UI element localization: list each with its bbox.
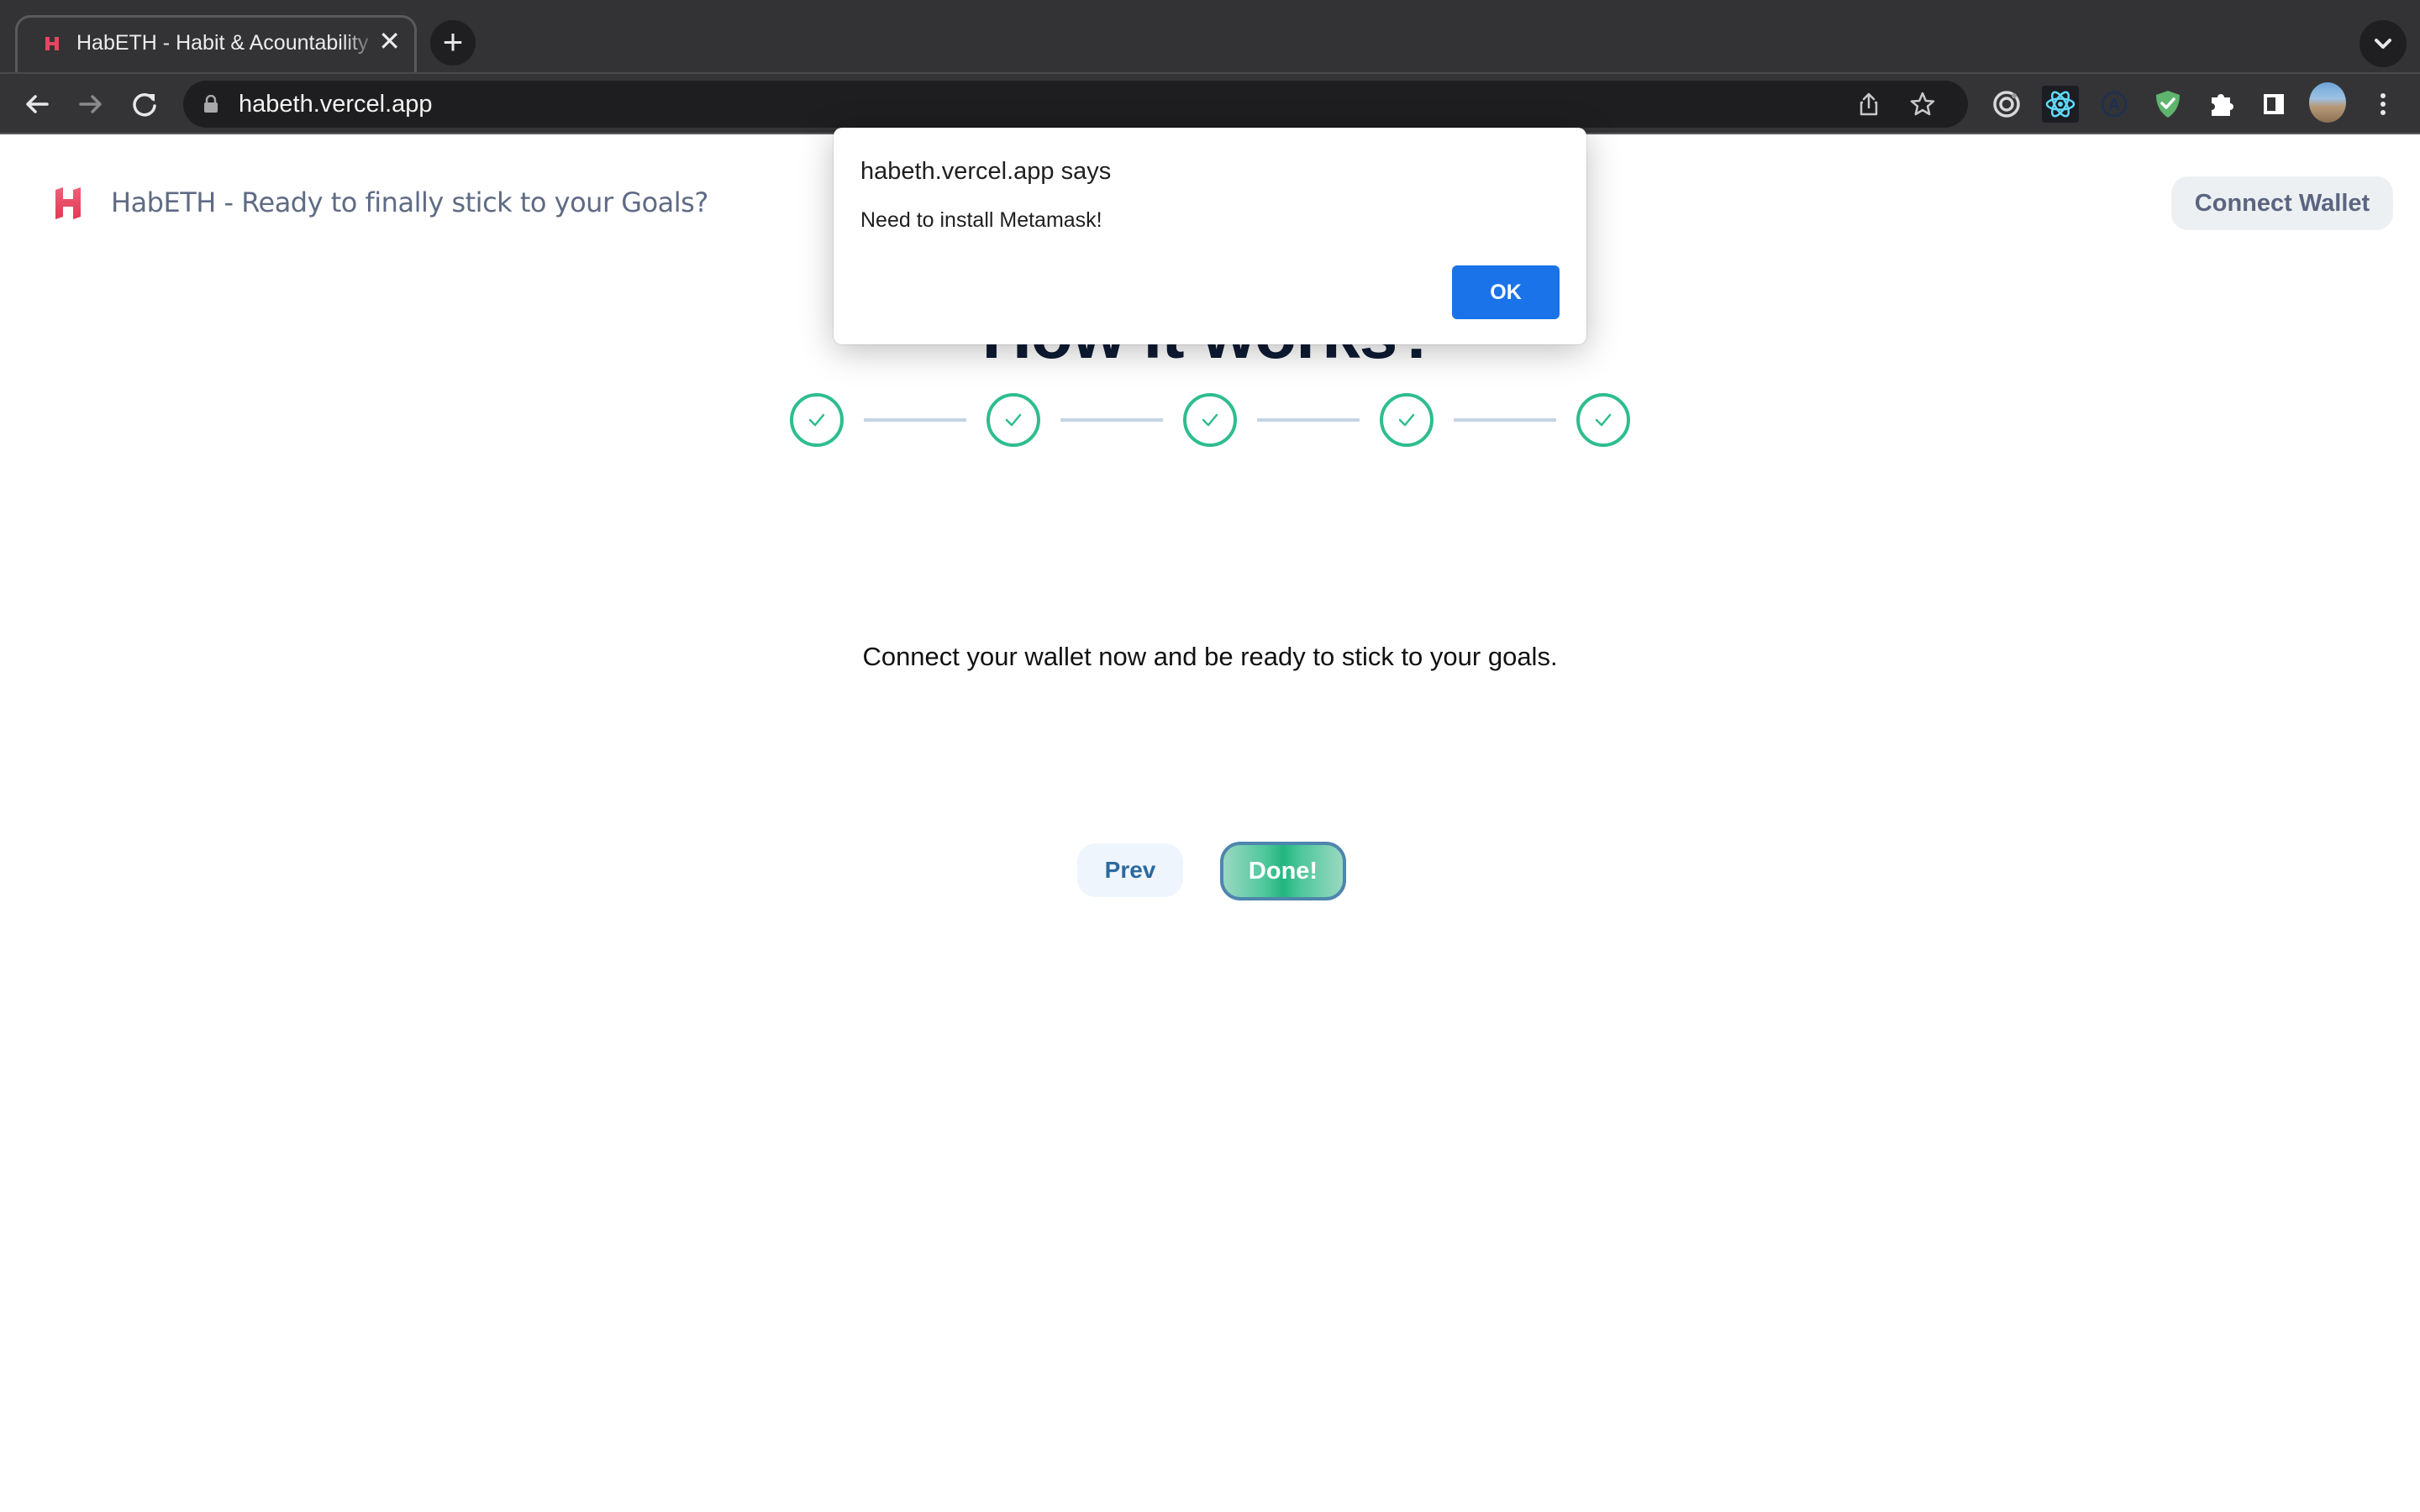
tab-search-button[interactable] (2360, 20, 2407, 67)
bookmark-star-icon[interactable] (1909, 91, 1936, 118)
plus-icon: + (442, 22, 464, 61)
tab-strip: HabETH - Habit & Acountability ✕ + (0, 0, 2420, 72)
tab-title: HabETH - Habit & Acountability (76, 31, 369, 55)
step-connector (1454, 418, 1556, 422)
brand-title: HabETH - Ready to finally stick to your … (111, 186, 708, 218)
dialog-title: habeth.vercel.app says (860, 158, 1112, 185)
step-4-complete[interactable] (1380, 393, 1434, 447)
dialog-message: Need to install Metamask! (860, 208, 1102, 232)
url-text[interactable]: habeth.vercel.app (239, 91, 433, 118)
chevron-down-icon (2375, 39, 2391, 49)
habeth-favicon-icon (45, 37, 59, 50)
react-devtools-extension[interactable] (2042, 86, 2079, 123)
browser-toolbar: habeth.vercel.app A (0, 72, 2420, 134)
alert-dialog: habeth.vercel.app says Need to install M… (834, 128, 1586, 344)
step-2-complete[interactable] (986, 393, 1040, 447)
reload-icon[interactable] (126, 86, 163, 123)
check-icon (1005, 413, 1022, 427)
a-extension-icon[interactable]: A (2096, 86, 2133, 123)
target-extension-icon[interactable] (1988, 86, 2025, 123)
step-connector (1060, 418, 1163, 422)
prev-button[interactable]: Prev (1077, 843, 1183, 897)
step-connector (864, 418, 966, 422)
dialog-ok-button[interactable]: OK (1452, 265, 1560, 319)
connect-wallet-button[interactable]: Connect Wallet (2171, 176, 2393, 230)
back-arrow-icon[interactable] (18, 86, 55, 123)
check-icon (1595, 413, 1612, 427)
step-description: Connect your wallet now and be ready to … (862, 642, 1558, 671)
step-5-complete[interactable] (1576, 393, 1630, 447)
check-icon (1202, 413, 1218, 427)
habeth-logo-icon[interactable] (54, 186, 82, 220)
extensions-puzzle-icon[interactable] (2203, 86, 2240, 123)
check-icon (808, 413, 825, 427)
share-icon[interactable] (1855, 91, 1882, 118)
progress-stepper (0, 393, 2420, 447)
step-3-complete[interactable] (1183, 393, 1237, 447)
address-bar[interactable]: habeth.vercel.app (183, 81, 1968, 128)
lock-icon (204, 95, 218, 113)
svg-text:A: A (2108, 96, 2120, 114)
adguard-shield-icon[interactable] (2149, 86, 2186, 123)
new-tab-button[interactable]: + (430, 20, 476, 66)
side-panel-icon[interactable] (2255, 86, 2292, 123)
profile-avatar[interactable] (2309, 82, 2346, 123)
step-1-complete[interactable] (790, 393, 844, 447)
done-button[interactable]: Done! (1220, 842, 1346, 900)
step-connector (1257, 418, 1360, 422)
check-icon (1398, 413, 1415, 427)
forward-arrow-icon[interactable] (72, 86, 109, 123)
react-icon (2045, 91, 2075, 118)
close-icon[interactable]: ✕ (378, 26, 401, 56)
browser-tab[interactable]: HabETH - Habit & Acountability ✕ (15, 15, 417, 72)
more-menu-icon[interactable] (2365, 86, 2402, 123)
